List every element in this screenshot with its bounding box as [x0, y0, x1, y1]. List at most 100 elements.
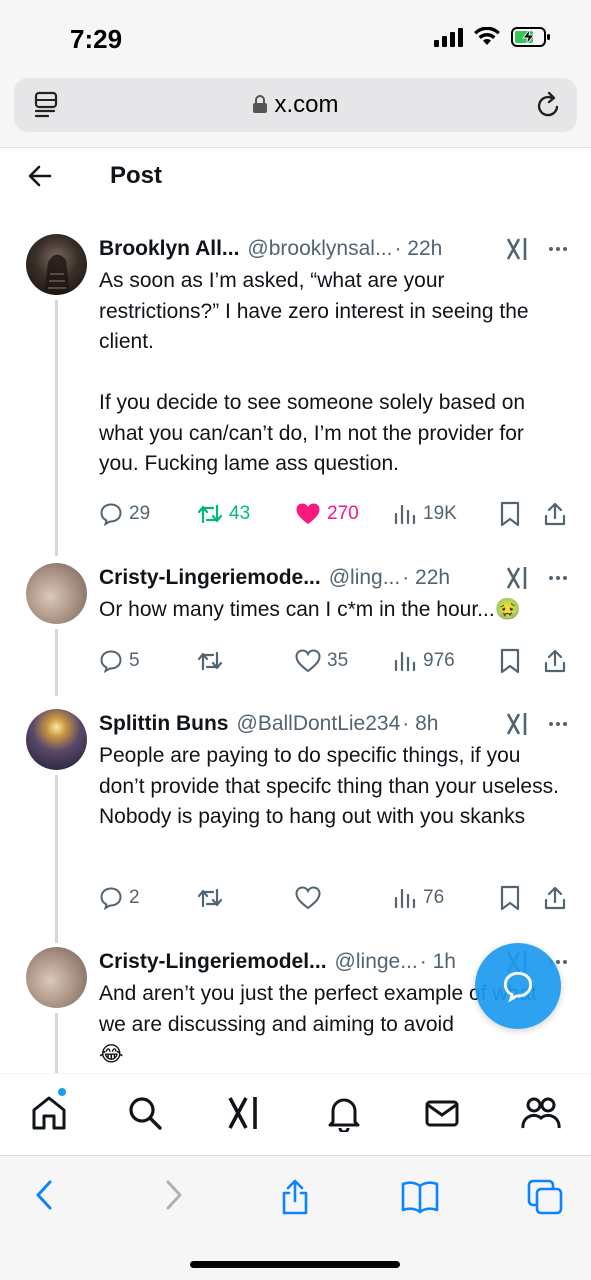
back-icon[interactable] [32, 1178, 58, 1212]
avatar[interactable] [26, 947, 87, 1008]
tweet-reply[interactable]: Splittin Buns @BallDontLie234 · 8h Peopl… [0, 709, 591, 943]
home-indicator [190, 1261, 400, 1268]
tweet-actions: 2 76 [99, 883, 567, 913]
tweet-time[interactable]: · 22h [394, 237, 442, 261]
repost-icon [197, 888, 223, 908]
tabs-icon[interactable] [526, 1178, 564, 1216]
like-button[interactable]: 270 [295, 502, 393, 526]
repost-icon [197, 651, 223, 671]
avatar[interactable] [26, 234, 87, 295]
browser-address-area: x.com [0, 78, 591, 148]
views-icon [394, 651, 416, 672]
bookmark-icon[interactable] [499, 885, 521, 911]
reply-button[interactable]: 29 [99, 502, 197, 526]
communities-icon[interactable] [521, 1094, 561, 1132]
url-display[interactable]: x.com [14, 91, 577, 119]
like-button[interactable] [295, 886, 393, 910]
reply-button[interactable]: 5 [99, 649, 197, 673]
tweet-main[interactable]: Brooklyn All... @brooklynsal... · 22h As… [0, 234, 591, 556]
repost-button[interactable] [197, 649, 295, 673]
reply-icon [100, 650, 122, 673]
thread-line [55, 300, 58, 556]
status-icons [434, 26, 551, 48]
views-button[interactable]: 19K [393, 502, 491, 526]
author-name[interactable]: Cristy-Lingeriemodel... [99, 950, 327, 974]
forward-icon[interactable] [160, 1178, 186, 1212]
bookmark-icon[interactable] [499, 648, 521, 674]
author-name[interactable]: Brooklyn All... [99, 237, 239, 261]
views-icon [394, 888, 416, 909]
tweet-reply[interactable]: Cristy-Lingeriemode... @ling... · 22h Or… [0, 563, 591, 696]
like-count: 270 [327, 503, 359, 524]
thread-line [55, 629, 58, 696]
grok-icon[interactable] [505, 565, 531, 591]
author-handle[interactable]: @BallDontLie234 [237, 712, 401, 736]
thread-line [55, 1013, 58, 1073]
grok-icon[interactable] [226, 1094, 264, 1132]
heart-filled-icon [296, 503, 320, 524]
views-icon [394, 504, 416, 525]
tweet-header: Cristy-Lingeriemode... @ling... · 22h [99, 563, 567, 593]
lock-icon [253, 95, 268, 113]
like-count: 35 [327, 650, 349, 671]
tweet-text: Or how many times can I c*m in the hour.… [99, 598, 521, 621]
page-header: Post [0, 148, 591, 208]
repost-count: 43 [229, 503, 251, 524]
notifications-icon[interactable] [325, 1094, 363, 1132]
repost-button[interactable] [197, 886, 295, 910]
tweet-time[interactable]: · 1h [420, 950, 456, 974]
bookmark-icon[interactable] [499, 501, 521, 527]
tweet-actions: 29 43 270 19K [99, 499, 567, 529]
more-options-icon[interactable] [549, 722, 567, 726]
more-options-icon[interactable] [549, 576, 567, 580]
reply-count: 2 [129, 887, 140, 908]
heart-icon [295, 886, 321, 910]
more-options-icon[interactable] [549, 247, 567, 251]
share-icon[interactable] [543, 648, 567, 674]
notification-dot [56, 1086, 68, 1098]
reply-count: 5 [129, 650, 140, 671]
views-button[interactable]: 76 [393, 886, 491, 910]
author-handle[interactable]: @brooklynsal... [247, 237, 392, 261]
tweet-text: People are paying to do specific things,… [99, 744, 559, 828]
like-button[interactable]: 35 [295, 649, 393, 673]
repost-icon [197, 504, 223, 524]
tweet-header: Brooklyn All... @brooklynsal... · 22h [99, 234, 567, 264]
tweet-time[interactable]: · 22h [402, 566, 450, 590]
messages-icon[interactable] [423, 1094, 461, 1132]
tweet-time[interactable]: · 8h [402, 712, 438, 736]
search-icon[interactable] [126, 1094, 164, 1132]
share-icon[interactable] [543, 501, 567, 527]
reply-button[interactable]: 2 [99, 886, 197, 910]
author-name[interactable]: Cristy-Lingeriemode... [99, 566, 321, 590]
url-text: x.com [274, 91, 339, 118]
reply-bubble-icon [503, 971, 533, 1002]
page-title: Post [110, 162, 163, 189]
grok-icon[interactable] [505, 236, 531, 262]
avatar[interactable] [26, 563, 87, 624]
address-bar[interactable]: x.com [14, 78, 577, 132]
battery-charging-icon [511, 27, 550, 47]
home-icon[interactable] [30, 1094, 68, 1132]
thread-line [55, 775, 58, 943]
tweet-header: Splittin Buns @BallDontLie234 · 8h [99, 709, 567, 739]
repost-button[interactable]: 43 [197, 502, 295, 526]
share-icon[interactable] [278, 1178, 312, 1216]
reply-icon [100, 503, 122, 526]
reply-icon [100, 887, 122, 910]
author-name[interactable]: Splittin Buns [99, 712, 229, 736]
avatar[interactable] [26, 709, 87, 770]
cellular-signal-icon [434, 27, 463, 47]
views-button[interactable]: 976 [393, 649, 491, 673]
compose-reply-button[interactable] [475, 943, 561, 1029]
author-handle[interactable]: @ling... [329, 566, 401, 590]
heart-icon [295, 649, 321, 673]
reply-count: 29 [129, 503, 151, 524]
back-arrow-icon[interactable] [26, 162, 54, 190]
grok-icon[interactable] [505, 711, 531, 737]
views-count: 76 [423, 887, 445, 908]
author-handle[interactable]: @linge... [335, 950, 418, 974]
bookmarks-icon[interactable] [400, 1178, 440, 1214]
share-icon[interactable] [543, 885, 567, 911]
reload-icon[interactable] [535, 90, 563, 120]
